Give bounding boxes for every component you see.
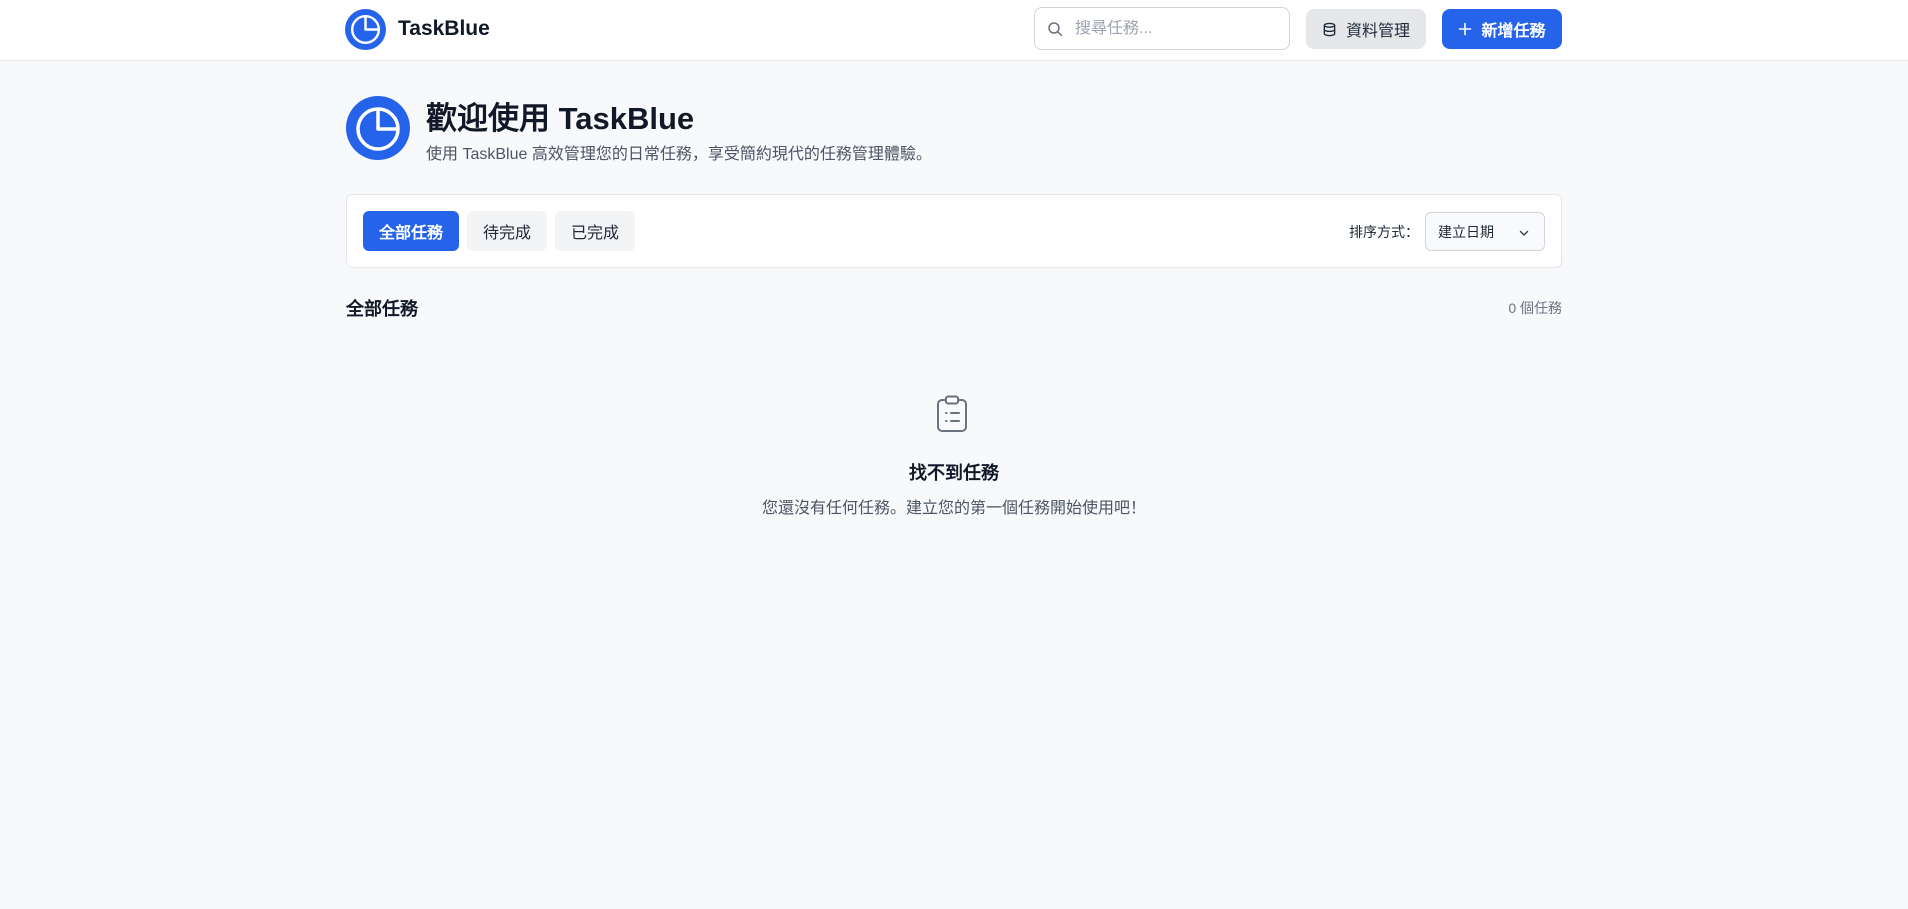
hero-logo-icon (346, 96, 410, 160)
search-box[interactable] (1034, 7, 1290, 50)
top-navbar: TaskBlue 資料管理 新增任務 (0, 0, 1908, 61)
sort-selected-value: 建立日期 (1438, 223, 1494, 240)
task-count: 0 個任務 (1508, 300, 1562, 316)
database-icon (1323, 22, 1336, 36)
filter-bar: 全部任務 待完成 已完成 排序方式： 建立日期 (346, 194, 1562, 268)
plus-icon (1459, 22, 1472, 36)
pie-chart-logo-icon (345, 8, 386, 50)
empty-state-message: 您還沒有任何任務。建立您的第一個任務開始使用吧！ (761, 500, 1146, 517)
chevron-down-icon (1519, 230, 1529, 236)
data-management-label: 資料管理 (1345, 23, 1410, 40)
tab-pending[interactable]: 待完成 (467, 211, 547, 251)
empty-state-title: 找不到任務 (909, 463, 999, 483)
page-title: 歡迎使用 TaskBlue (426, 101, 695, 136)
sort-select[interactable]: 建立日期 (1425, 212, 1545, 251)
new-task-label: 新增任務 (1481, 23, 1546, 40)
search-icon (1048, 21, 1063, 36)
tab-completed[interactable]: 已完成 (555, 211, 635, 251)
new-task-button[interactable]: 新增任務 (1442, 9, 1562, 49)
clipboard-list-icon (937, 395, 967, 432)
sort-label: 排序方式： (1349, 224, 1419, 240)
app-name: TaskBlue (398, 17, 490, 40)
task-list-title: 全部任務 (346, 299, 418, 319)
search-input[interactable] (1075, 19, 1265, 38)
tab-all-tasks[interactable]: 全部任務 (363, 211, 459, 251)
brand[interactable]: TaskBlue (345, 8, 490, 50)
data-management-button[interactable]: 資料管理 (1306, 9, 1426, 49)
page-subtitle: 使用 TaskBlue 高效管理您的日常任務，享受簡約現代的任務管理體驗。 (426, 146, 932, 163)
